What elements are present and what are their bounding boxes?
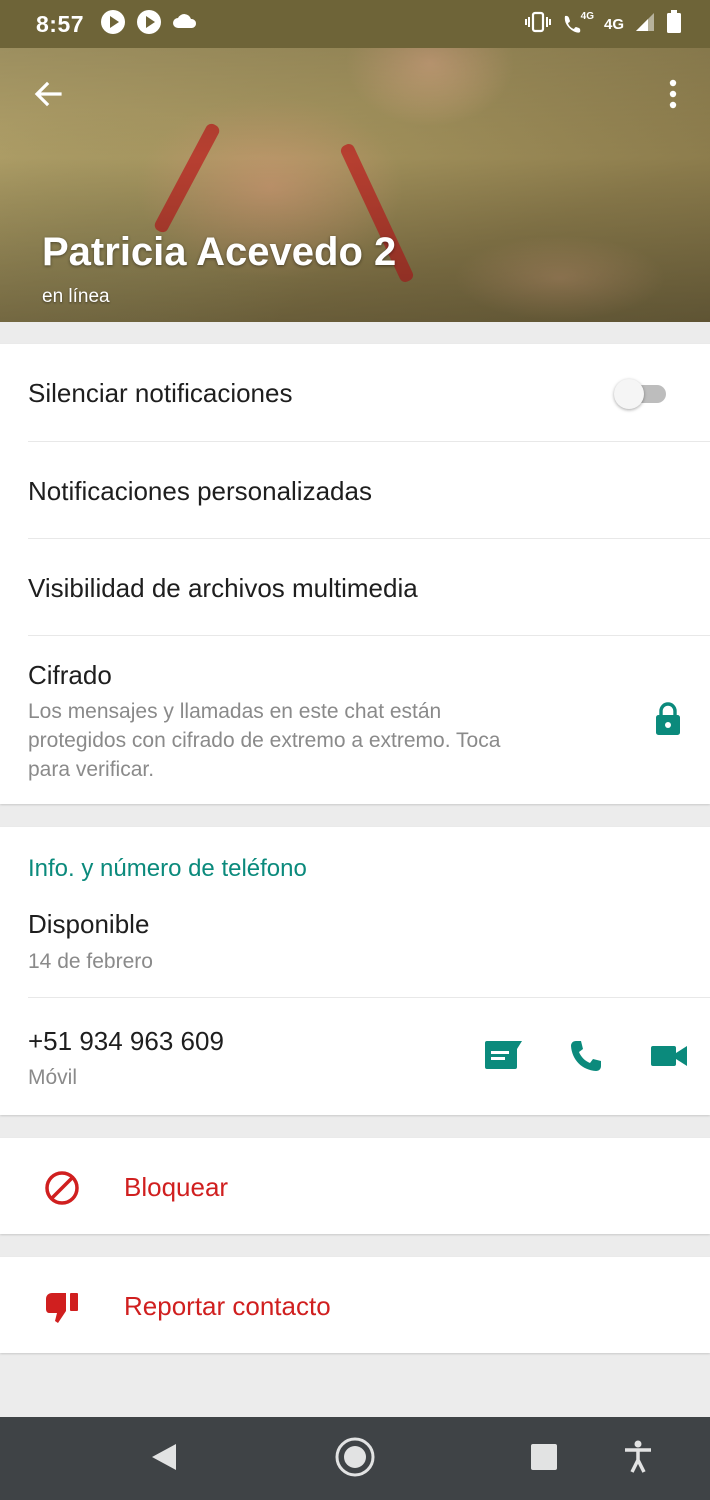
media-visibility-label: Visibilidad de archivos multimedia — [28, 573, 418, 603]
nav-back-button[interactable] — [142, 1437, 186, 1481]
nav-recents-icon — [530, 1443, 558, 1476]
videocam-icon — [650, 1046, 688, 1072]
about-text: Disponible — [28, 909, 150, 939]
profile-header: Patricia Acevedo 2 en línea — [0, 48, 710, 322]
contact-status: en línea — [42, 286, 110, 307]
status-left-icons — [100, 9, 198, 40]
toggle-thumb — [614, 379, 644, 409]
back-button[interactable] — [28, 76, 68, 116]
block-label: Bloquear — [124, 1172, 229, 1202]
more-vert-icon — [668, 79, 678, 114]
block-card[interactable]: Bloquear — [0, 1138, 710, 1234]
info-section-title: Info. y número de teléfono — [28, 855, 307, 882]
custom-notifications-label: Notificaciones personalizadas — [28, 476, 372, 506]
custom-notifications-row[interactable]: Notificaciones personalizadas — [28, 442, 710, 539]
nav-home-button[interactable] — [333, 1437, 377, 1481]
report-card[interactable]: Reportar contacto — [0, 1257, 710, 1353]
vibrate-icon — [524, 11, 551, 37]
video-call-button[interactable] — [650, 1044, 688, 1070]
status-right-icons: 4G 4G — [524, 10, 682, 38]
encryption-line-3: para verificar. — [28, 758, 155, 781]
menu-button[interactable] — [658, 76, 688, 116]
arrow-back-icon — [32, 78, 64, 115]
call-button[interactable] — [568, 1038, 604, 1074]
message-icon — [484, 1041, 524, 1076]
call-network-label: 4G — [580, 11, 594, 22]
report-label: Reportar contacto — [124, 1291, 331, 1321]
mute-notifications-label: Silenciar notificaciones — [28, 378, 293, 408]
about-row[interactable]: Disponible 14 de febrero — [28, 901, 710, 997]
message-button[interactable] — [484, 1040, 524, 1076]
encryption-title: Cifrado — [28, 660, 112, 690]
header-shade — [0, 48, 710, 322]
nav-home-icon — [334, 1436, 376, 1483]
mute-toggle[interactable] — [614, 379, 668, 409]
contact-name: Patricia Acevedo 2 — [42, 230, 397, 274]
thumb-down-icon — [44, 1291, 80, 1327]
phone-row[interactable]: +51 934 963 609 Móvil — [28, 998, 710, 1115]
settings-card: Silenciar notificaciones Notificaciones … — [0, 344, 710, 804]
block-icon — [44, 1170, 80, 1206]
about-date: 14 de febrero — [28, 950, 153, 973]
info-card: Info. y número de teléfono Disponible 14… — [0, 827, 710, 1115]
encryption-row[interactable]: Cifrado Los mensajes y llamadas en este … — [28, 636, 710, 804]
accessibility-icon — [623, 1440, 653, 1479]
nav-recents-button[interactable] — [522, 1437, 566, 1481]
network-type: 4G — [603, 15, 624, 33]
accessibility-button[interactable] — [616, 1437, 660, 1481]
encryption-description: Los mensajes y llamadas en este chat est… — [28, 697, 608, 784]
cloud-icon — [172, 12, 198, 37]
encryption-line-1: Los mensajes y llamadas en este chat est… — [28, 700, 442, 723]
media-visibility-row[interactable]: Visibilidad de archivos multimedia — [28, 539, 710, 636]
battery-icon — [666, 10, 682, 38]
phone-icon — [568, 1041, 604, 1078]
nav-back-icon — [150, 1442, 178, 1477]
status-time: 8:57 — [36, 10, 85, 37]
status-bar: 8:57 4G 4G — [0, 0, 710, 48]
play-circle-icon — [136, 9, 162, 40]
wifi-calling-icon: 4G — [561, 11, 594, 35]
phone-type: Móvil — [28, 1066, 78, 1089]
play-circle-icon — [100, 9, 126, 40]
signal-icon — [634, 11, 656, 37]
navigation-bar — [0, 1417, 710, 1500]
encryption-line-2: protegidos con cifrado de extremo a extr… — [28, 729, 501, 752]
lock-icon — [654, 702, 682, 741]
phone-number: +51 934 963 609 — [28, 1026, 224, 1056]
mute-notifications-row[interactable]: Silenciar notificaciones — [28, 344, 710, 441]
